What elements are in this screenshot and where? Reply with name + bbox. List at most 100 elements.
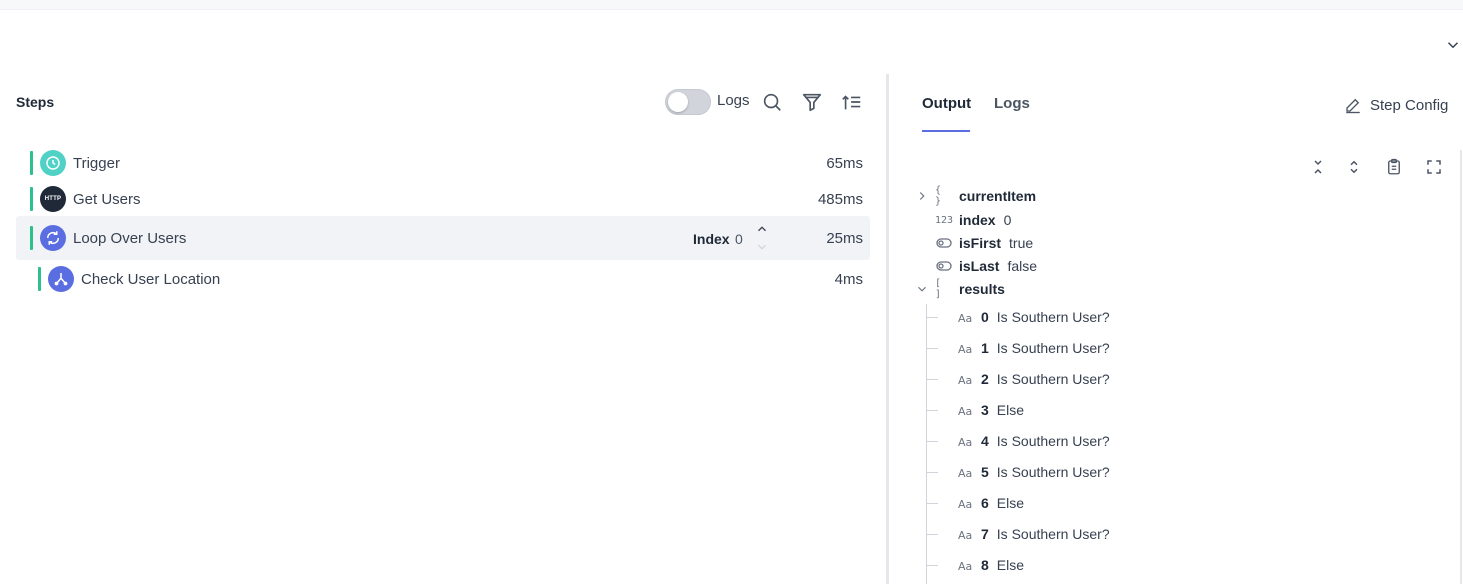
chevron-right-icon[interactable] bbox=[915, 189, 929, 203]
string-type-icon: Aa bbox=[957, 465, 975, 479]
tree-value: Is Southern User? bbox=[996, 371, 1110, 387]
steps-title: Steps bbox=[16, 94, 55, 110]
tree-value: Is Southern User? bbox=[996, 309, 1110, 325]
tree-key: 7 bbox=[981, 526, 989, 542]
tree-key: results bbox=[959, 281, 1005, 297]
tree-node-results[interactable]: [ ] results bbox=[915, 278, 1013, 300]
tree-key: 6 bbox=[981, 495, 989, 511]
tree-node-result-item: Aa 8 Else bbox=[957, 555, 1025, 575]
tree-node-result-item: Aa 1 Is Southern User? bbox=[957, 338, 1110, 358]
tree-key: index bbox=[959, 212, 996, 228]
logs-toggle-label: Logs bbox=[717, 92, 750, 109]
chevron-down-icon[interactable] bbox=[755, 240, 769, 254]
tree-value: Is Southern User? bbox=[996, 340, 1110, 356]
step-row-loop-over-users[interactable]: Loop Over Users Index 0 25ms bbox=[16, 216, 870, 260]
boolean-type-icon bbox=[935, 236, 953, 250]
chevron-up-icon[interactable] bbox=[755, 222, 769, 236]
status-bar bbox=[38, 267, 41, 291]
svg-text:Aa: Aa bbox=[958, 374, 972, 385]
tab-logs[interactable]: Logs bbox=[994, 95, 1030, 112]
tree-node-result-item: Aa 7 Is Southern User? bbox=[957, 524, 1110, 544]
tree-node-currentitem[interactable]: { } currentItem bbox=[915, 185, 1044, 207]
tree-key: 0 bbox=[981, 309, 989, 325]
step-duration: 485ms bbox=[817, 191, 863, 208]
tab-output[interactable]: Output bbox=[922, 95, 971, 112]
string-type-icon: Aa bbox=[957, 310, 975, 324]
tree-guide-branch bbox=[926, 503, 938, 504]
number-type-icon: 123 bbox=[934, 214, 954, 226]
tree-value: Else bbox=[996, 557, 1025, 573]
tree-guide-branch bbox=[926, 348, 938, 349]
tree-key: isFirst bbox=[959, 235, 1002, 251]
string-type-icon: Aa bbox=[957, 372, 975, 386]
tree-node-index: 123 index 0 bbox=[935, 210, 1011, 230]
tree-guide-branch bbox=[926, 565, 938, 566]
chevron-down-icon[interactable] bbox=[1444, 36, 1462, 54]
logs-toggle[interactable] bbox=[665, 89, 711, 115]
tree-value: 0 bbox=[1003, 212, 1012, 228]
top-bar bbox=[0, 0, 1463, 10]
tree-guide-line bbox=[926, 304, 927, 584]
tree-key: 4 bbox=[981, 433, 989, 449]
filter-icon[interactable] bbox=[801, 91, 823, 113]
collapse-all-icon[interactable] bbox=[1309, 158, 1327, 176]
tree-key: 8 bbox=[981, 557, 989, 573]
string-type-icon: Aa bbox=[957, 434, 975, 448]
svg-text:Aa: Aa bbox=[958, 560, 972, 571]
svg-text:Aa: Aa bbox=[958, 312, 972, 323]
search-icon[interactable] bbox=[761, 91, 783, 113]
svg-text:Aa: Aa bbox=[958, 498, 972, 509]
step-name: Get Users bbox=[73, 191, 141, 208]
branch-icon bbox=[48, 266, 74, 292]
tree-value: false bbox=[1007, 258, 1038, 274]
step-row-trigger[interactable]: Trigger 65ms bbox=[16, 142, 870, 182]
tree-value: Is Southern User? bbox=[996, 464, 1110, 480]
tree-node-result-item: Aa 6 Else bbox=[957, 493, 1025, 513]
tree-guide-branch bbox=[926, 441, 938, 442]
string-type-icon: Aa bbox=[957, 527, 975, 541]
http-icon-label: HTTP bbox=[44, 196, 62, 202]
index-value: 0 bbox=[735, 231, 743, 247]
sort-icon[interactable] bbox=[841, 91, 863, 113]
tree-node-result-item: Aa 2 Is Southern User? bbox=[957, 369, 1110, 389]
svg-text:Aa: Aa bbox=[958, 467, 972, 478]
array-type-icon: [ ] bbox=[935, 278, 942, 300]
step-row-get-users[interactable]: HTTP Get Users 485ms bbox=[16, 178, 870, 218]
tree-value: Else bbox=[996, 402, 1025, 418]
tree-value: true bbox=[1009, 235, 1034, 251]
string-type-icon: Aa bbox=[957, 558, 975, 572]
tree-key: 3 bbox=[981, 402, 989, 418]
svg-text:Aa: Aa bbox=[958, 436, 972, 447]
step-config-label: Step Config bbox=[1370, 96, 1449, 114]
tree-node-islast: isLast false bbox=[935, 256, 1037, 276]
step-config-button[interactable]: Step Config bbox=[1344, 94, 1448, 116]
step-name: Check User Location bbox=[81, 271, 221, 288]
fullscreen-icon[interactable] bbox=[1425, 158, 1443, 176]
index-label: Index bbox=[693, 231, 730, 247]
tree-node-result-item: Aa 5 Is Southern User? bbox=[957, 462, 1110, 482]
string-type-icon: Aa bbox=[957, 403, 975, 417]
active-tab-indicator bbox=[922, 130, 970, 132]
step-name: Loop Over Users bbox=[73, 230, 187, 247]
string-type-icon: Aa bbox=[957, 341, 975, 355]
tree-key: 5 bbox=[981, 464, 989, 480]
tree-value: Is Southern User? bbox=[996, 433, 1110, 449]
boolean-type-icon bbox=[935, 259, 953, 273]
svg-text:Aa: Aa bbox=[958, 343, 972, 354]
tree-guide-branch bbox=[926, 472, 938, 473]
step-duration: 65ms bbox=[826, 155, 863, 172]
http-icon: HTTP bbox=[40, 186, 66, 212]
svg-text:Aa: Aa bbox=[958, 405, 972, 416]
string-type-icon: Aa bbox=[957, 496, 975, 510]
step-duration: 4ms bbox=[834, 271, 863, 288]
step-row-check-user-location[interactable]: Check User Location 4ms bbox=[16, 258, 870, 298]
expand-all-icon[interactable] bbox=[1345, 158, 1363, 176]
chevron-down-icon[interactable] bbox=[915, 282, 929, 296]
tree-key: 2 bbox=[981, 371, 989, 387]
tree-value: Else bbox=[996, 495, 1025, 511]
tree-guide-branch bbox=[926, 534, 938, 535]
toggle-knob bbox=[668, 92, 688, 112]
scrollbar-track[interactable] bbox=[1460, 150, 1462, 584]
tree-key: isLast bbox=[959, 258, 1000, 274]
clipboard-icon[interactable] bbox=[1385, 158, 1403, 176]
